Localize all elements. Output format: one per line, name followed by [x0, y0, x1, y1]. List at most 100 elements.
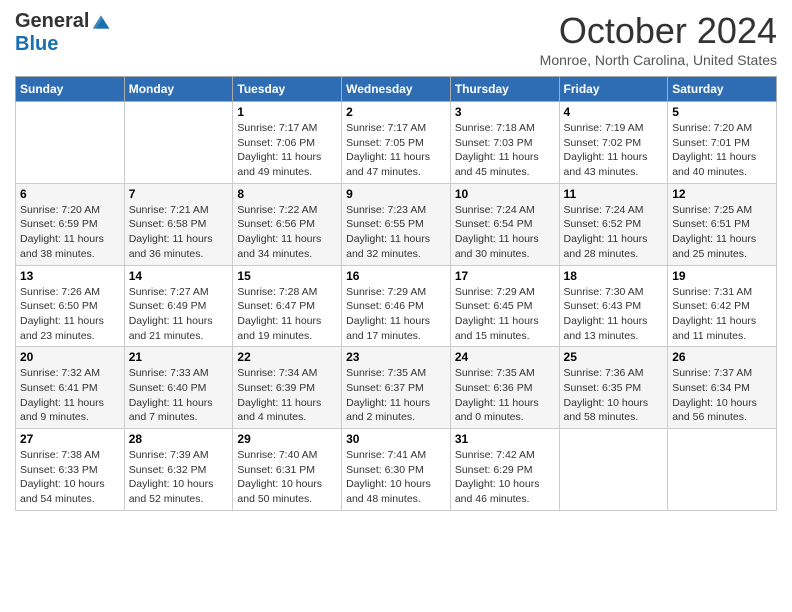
- day-info: Sunrise: 7:30 AM Sunset: 6:43 PM Dayligh…: [564, 285, 664, 344]
- weekday-header-friday: Friday: [559, 77, 668, 102]
- calendar-cell: 11 Sunrise: 7:24 AM Sunset: 6:52 PM Dayli…: [559, 183, 668, 265]
- day-info: Sunrise: 7:24 AM Sunset: 6:54 PM Dayligh…: [455, 203, 555, 262]
- weekday-header-wednesday: Wednesday: [342, 77, 451, 102]
- day-number: 1: [237, 105, 337, 119]
- calendar-cell: 27 Sunrise: 7:38 AM Sunset: 6:33 PM Dayli…: [16, 429, 125, 511]
- calendar-cell: 6Sunrise: 7:20 AM Sunset: 6:59 PM Daylig…: [16, 183, 125, 265]
- day-info: Sunrise: 7:36 AM Sunset: 6:35 PM Dayligh…: [564, 366, 664, 425]
- day-number: 30: [346, 432, 446, 446]
- weekday-header-sunday: Sunday: [16, 77, 125, 102]
- calendar-week-1: 1Sunrise: 7:17 AM Sunset: 7:06 PM Daylig…: [16, 102, 777, 184]
- day-number: 14: [129, 269, 229, 283]
- day-info: Sunrise: 7:17 AM Sunset: 7:05 PM Dayligh…: [346, 121, 446, 180]
- calendar-cell: 29Sunrise: 7:40 AM Sunset: 6:31 PM Dayli…: [233, 429, 342, 511]
- day-number: 31: [455, 432, 555, 446]
- day-info: Sunrise: 7:34 AM Sunset: 6:39 PM Dayligh…: [237, 366, 337, 425]
- calendar-cell: 13 Sunrise: 7:26 AM Sunset: 6:50 PM Dayli…: [16, 265, 125, 347]
- calendar-week-5: 27 Sunrise: 7:38 AM Sunset: 6:33 PM Dayli…: [16, 429, 777, 511]
- day-number: 21: [129, 350, 229, 364]
- location-subtitle: Monroe, North Carolina, United States: [540, 52, 777, 68]
- calendar-cell: 19 Sunrise: 7:31 AM Sunset: 6:42 PM Dayli…: [668, 265, 777, 347]
- month-title: October 2024: [540, 10, 777, 52]
- day-info: Sunrise: 7:21 AM Sunset: 6:58 PM Dayligh…: [129, 203, 229, 262]
- calendar-cell: 8 Sunrise: 7:22 AM Sunset: 6:56 PM Daylig…: [233, 183, 342, 265]
- day-number: 11: [564, 187, 664, 201]
- day-info: Sunrise: 7:29 AM Sunset: 6:45 PM Dayligh…: [455, 285, 555, 344]
- day-info: Sunrise: 7:42 AM Sunset: 6:29 PM Dayligh…: [455, 448, 555, 507]
- day-info: Sunrise: 7:35 AM Sunset: 6:36 PM Dayligh…: [455, 366, 555, 425]
- day-number: 17: [455, 269, 555, 283]
- page-header: General Blue October 2024 Monroe, North …: [15, 10, 777, 68]
- calendar-week-4: 20Sunrise: 7:32 AM Sunset: 6:41 PM Dayli…: [16, 347, 777, 429]
- day-number: 13: [20, 269, 120, 283]
- day-number: 8: [237, 187, 337, 201]
- day-number: 24: [455, 350, 555, 364]
- day-info: Sunrise: 7:22 AM Sunset: 6:56 PM Dayligh…: [237, 203, 337, 262]
- day-info: Sunrise: 7:39 AM Sunset: 6:32 PM Dayligh…: [129, 448, 229, 507]
- calendar-cell: 26Sunrise: 7:37 AM Sunset: 6:34 PM Dayli…: [668, 347, 777, 429]
- calendar-week-2: 6Sunrise: 7:20 AM Sunset: 6:59 PM Daylig…: [16, 183, 777, 265]
- day-info: Sunrise: 7:23 AM Sunset: 6:55 PM Dayligh…: [346, 203, 446, 262]
- calendar-cell: 17 Sunrise: 7:29 AM Sunset: 6:45 PM Dayli…: [450, 265, 559, 347]
- logo: General Blue: [15, 10, 111, 56]
- calendar-cell: [16, 102, 125, 184]
- day-number: 28: [129, 432, 229, 446]
- calendar-cell: 12 Sunrise: 7:25 AM Sunset: 6:51 PM Dayli…: [668, 183, 777, 265]
- day-info: Sunrise: 7:29 AM Sunset: 6:46 PM Dayligh…: [346, 285, 446, 344]
- day-number: 9: [346, 187, 446, 201]
- weekday-header-monday: Monday: [124, 77, 233, 102]
- calendar-cell: 4 Sunrise: 7:19 AM Sunset: 7:02 PM Daylig…: [559, 102, 668, 184]
- logo-general-text: General: [15, 10, 89, 33]
- calendar-cell: 16 Sunrise: 7:29 AM Sunset: 6:46 PM Dayli…: [342, 265, 451, 347]
- calendar-cell: 30 Sunrise: 7:41 AM Sunset: 6:30 PM Dayli…: [342, 429, 451, 511]
- calendar-cell: [559, 429, 668, 511]
- logo-icon: [91, 12, 111, 32]
- calendar-cell: 10 Sunrise: 7:24 AM Sunset: 6:54 PM Dayli…: [450, 183, 559, 265]
- day-number: 15: [237, 269, 337, 283]
- day-info: Sunrise: 7:24 AM Sunset: 6:52 PM Dayligh…: [564, 203, 664, 262]
- day-number: 25: [564, 350, 664, 364]
- day-number: 3: [455, 105, 555, 119]
- day-info: Sunrise: 7:20 AM Sunset: 6:59 PM Dayligh…: [20, 203, 120, 262]
- weekday-header-saturday: Saturday: [668, 77, 777, 102]
- day-number: 22: [237, 350, 337, 364]
- day-number: 29: [237, 432, 337, 446]
- calendar-cell: 25 Sunrise: 7:36 AM Sunset: 6:35 PM Dayli…: [559, 347, 668, 429]
- day-number: 16: [346, 269, 446, 283]
- day-number: 23: [346, 350, 446, 364]
- title-area: October 2024 Monroe, North Carolina, Uni…: [540, 10, 777, 68]
- day-number: 26: [672, 350, 772, 364]
- calendar-cell: 9 Sunrise: 7:23 AM Sunset: 6:55 PM Daylig…: [342, 183, 451, 265]
- day-info: Sunrise: 7:28 AM Sunset: 6:47 PM Dayligh…: [237, 285, 337, 344]
- weekday-header-thursday: Thursday: [450, 77, 559, 102]
- day-number: 20: [20, 350, 120, 364]
- calendar-cell: 24 Sunrise: 7:35 AM Sunset: 6:36 PM Dayli…: [450, 347, 559, 429]
- day-number: 7: [129, 187, 229, 201]
- day-info: Sunrise: 7:41 AM Sunset: 6:30 PM Dayligh…: [346, 448, 446, 507]
- calendar-cell: 2 Sunrise: 7:17 AM Sunset: 7:05 PM Daylig…: [342, 102, 451, 184]
- day-info: Sunrise: 7:19 AM Sunset: 7:02 PM Dayligh…: [564, 121, 664, 180]
- calendar-cell: 28 Sunrise: 7:39 AM Sunset: 6:32 PM Dayli…: [124, 429, 233, 511]
- day-number: 19: [672, 269, 772, 283]
- day-number: 12: [672, 187, 772, 201]
- day-number: 4: [564, 105, 664, 119]
- logo-blue-text: Blue: [15, 33, 58, 55]
- calendar-cell: 15 Sunrise: 7:28 AM Sunset: 6:47 PM Dayli…: [233, 265, 342, 347]
- day-info: Sunrise: 7:38 AM Sunset: 6:33 PM Dayligh…: [20, 448, 120, 507]
- calendar-cell: 14 Sunrise: 7:27 AM Sunset: 6:49 PM Dayli…: [124, 265, 233, 347]
- calendar-cell: [668, 429, 777, 511]
- calendar-cell: [124, 102, 233, 184]
- day-number: 27: [20, 432, 120, 446]
- calendar-table: SundayMondayTuesdayWednesdayThursdayFrid…: [15, 76, 777, 511]
- calendar-cell: 22 Sunrise: 7:34 AM Sunset: 6:39 PM Dayli…: [233, 347, 342, 429]
- day-info: Sunrise: 7:31 AM Sunset: 6:42 PM Dayligh…: [672, 285, 772, 344]
- day-info: Sunrise: 7:26 AM Sunset: 6:50 PM Dayligh…: [20, 285, 120, 344]
- day-number: 5: [672, 105, 772, 119]
- calendar-cell: 20Sunrise: 7:32 AM Sunset: 6:41 PM Dayli…: [16, 347, 125, 429]
- day-number: 10: [455, 187, 555, 201]
- day-info: Sunrise: 7:25 AM Sunset: 6:51 PM Dayligh…: [672, 203, 772, 262]
- day-info: Sunrise: 7:27 AM Sunset: 6:49 PM Dayligh…: [129, 285, 229, 344]
- day-number: 2: [346, 105, 446, 119]
- calendar-cell: 1Sunrise: 7:17 AM Sunset: 7:06 PM Daylig…: [233, 102, 342, 184]
- calendar-week-3: 13 Sunrise: 7:26 AM Sunset: 6:50 PM Dayli…: [16, 265, 777, 347]
